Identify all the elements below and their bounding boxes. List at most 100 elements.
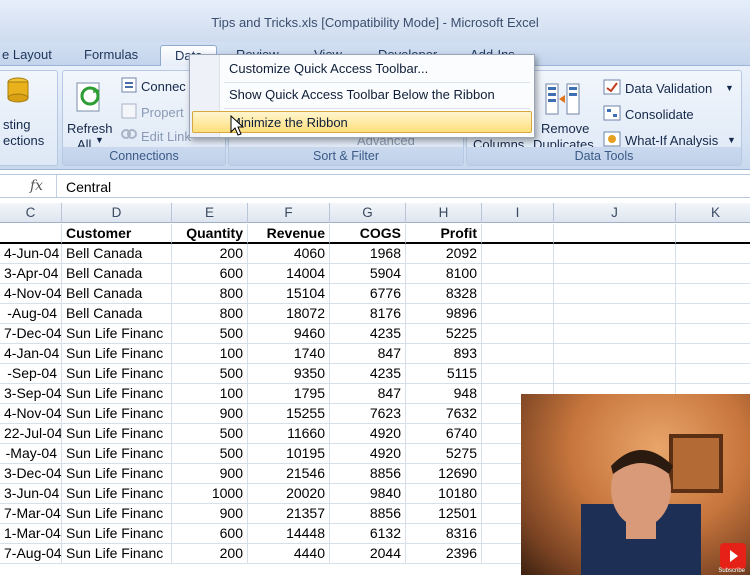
- column-header-j[interactable]: J: [554, 203, 676, 223]
- revenue-cell[interactable]: 9350: [248, 364, 330, 384]
- empty-cell-j[interactable]: [554, 244, 676, 264]
- date-cell[interactable]: 3-Jun-04: [0, 484, 62, 504]
- subscribe-icon[interactable]: [720, 543, 746, 569]
- header-cell[interactable]: [0, 224, 62, 244]
- customer-cell[interactable]: Sun Life Financ: [62, 464, 172, 484]
- quantity-cell[interactable]: 900: [172, 504, 248, 524]
- customer-cell[interactable]: Sun Life Financ: [62, 404, 172, 424]
- profit-cell[interactable]: 8100: [406, 264, 482, 284]
- profit-cell[interactable]: 7632: [406, 404, 482, 424]
- date-cell[interactable]: 1-Mar-04: [0, 524, 62, 544]
- quantity-cell[interactable]: 900: [172, 464, 248, 484]
- insert-function-icon[interactable]: fx: [30, 178, 43, 194]
- date-cell[interactable]: 4-Nov-04: [0, 404, 62, 424]
- date-cell[interactable]: 22-Jul-04: [0, 424, 62, 444]
- empty-cell-j[interactable]: [554, 344, 676, 364]
- quantity-cell[interactable]: 600: [172, 524, 248, 544]
- date-cell[interactable]: 3-Apr-04: [0, 264, 62, 284]
- header-cell[interactable]: [554, 224, 676, 244]
- quantity-cell[interactable]: 500: [172, 424, 248, 444]
- quantity-cell[interactable]: 100: [172, 384, 248, 404]
- date-cell[interactable]: 3-Sep-04: [0, 384, 62, 404]
- profit-cell[interactable]: 8328: [406, 284, 482, 304]
- empty-cell-j[interactable]: [554, 284, 676, 304]
- cogs-cell[interactable]: 4235: [330, 364, 406, 384]
- revenue-cell[interactable]: 21546: [248, 464, 330, 484]
- column-header-c[interactable]: C: [0, 203, 62, 223]
- customer-cell[interactable]: Bell Canada: [62, 264, 172, 284]
- column-header-e[interactable]: E: [172, 203, 248, 223]
- customer-cell[interactable]: Sun Life Financ: [62, 424, 172, 444]
- column-header-i[interactable]: I: [482, 203, 554, 223]
- empty-cell-k[interactable]: [676, 304, 750, 324]
- empty-cell-j[interactable]: [554, 304, 676, 324]
- profit-cell[interactable]: 2092: [406, 244, 482, 264]
- menu-item-customize-qat[interactable]: Customize Quick Access Toolbar...: [192, 58, 532, 80]
- cogs-cell[interactable]: 2044: [330, 544, 406, 564]
- revenue-cell[interactable]: 11660: [248, 424, 330, 444]
- header-cell[interactable]: Profit: [406, 224, 482, 244]
- quantity-cell[interactable]: 200: [172, 544, 248, 564]
- profit-cell[interactable]: 12690: [406, 464, 482, 484]
- empty-cell-i[interactable]: [482, 284, 554, 304]
- empty-cell-k[interactable]: [676, 324, 750, 344]
- header-cell[interactable]: [482, 224, 554, 244]
- empty-cell-j[interactable]: [554, 364, 676, 384]
- profit-cell[interactable]: 948: [406, 384, 482, 404]
- empty-cell-k[interactable]: [676, 264, 750, 284]
- cogs-cell[interactable]: 4920: [330, 424, 406, 444]
- customer-cell[interactable]: Sun Life Financ: [62, 344, 172, 364]
- column-header-g[interactable]: G: [330, 203, 406, 223]
- refresh-all-label-1[interactable]: Refresh: [67, 121, 113, 136]
- customer-cell[interactable]: Sun Life Financ: [62, 324, 172, 344]
- revenue-cell[interactable]: 14448: [248, 524, 330, 544]
- profit-cell[interactable]: 5115: [406, 364, 482, 384]
- what-if-analysis-label[interactable]: What-If Analysis: [625, 133, 718, 148]
- tab-formulas[interactable]: Formulas: [84, 45, 138, 66]
- consolidate-label[interactable]: Consolidate: [625, 107, 694, 122]
- customer-cell[interactable]: Sun Life Financ: [62, 384, 172, 404]
- empty-cell-i[interactable]: [482, 264, 554, 284]
- column-header-k[interactable]: K: [676, 203, 750, 223]
- tab-page-layout[interactable]: e Layout: [2, 45, 52, 66]
- date-cell[interactable]: 7-Dec-04: [0, 324, 62, 344]
- remove-label[interactable]: Remove: [541, 121, 589, 136]
- column-header-f[interactable]: F: [248, 203, 330, 223]
- column-header-d[interactable]: D: [62, 203, 172, 223]
- column-header-h[interactable]: H: [406, 203, 482, 223]
- menu-item-show-qat-below[interactable]: Show Quick Access Toolbar Below the Ribb…: [192, 84, 532, 106]
- empty-cell-i[interactable]: [482, 364, 554, 384]
- cogs-cell[interactable]: 4920: [330, 444, 406, 464]
- date-cell[interactable]: 4-Nov-04: [0, 284, 62, 304]
- empty-cell-i[interactable]: [482, 324, 554, 344]
- revenue-cell[interactable]: 21357: [248, 504, 330, 524]
- date-cell[interactable]: -May-04: [0, 444, 62, 464]
- date-cell[interactable]: 4-Jun-04: [0, 244, 62, 264]
- cogs-cell[interactable]: 6132: [330, 524, 406, 544]
- revenue-cell[interactable]: 15104: [248, 284, 330, 304]
- cogs-cell[interactable]: 4235: [330, 324, 406, 344]
- quantity-cell[interactable]: 800: [172, 304, 248, 324]
- customer-cell[interactable]: Bell Canada: [62, 284, 172, 304]
- cogs-cell[interactable]: 1968: [330, 244, 406, 264]
- revenue-cell[interactable]: 10195: [248, 444, 330, 464]
- customer-cell[interactable]: Bell Canada: [62, 304, 172, 324]
- refresh-all-icon[interactable]: [75, 79, 105, 118]
- remove-duplicates-icon[interactable]: [545, 83, 581, 122]
- profit-cell[interactable]: 2396: [406, 544, 482, 564]
- quantity-cell[interactable]: 600: [172, 264, 248, 284]
- revenue-cell[interactable]: 20020: [248, 484, 330, 504]
- date-cell[interactable]: 3-Dec-04: [0, 464, 62, 484]
- date-cell[interactable]: -Aug-04: [0, 304, 62, 324]
- customer-cell[interactable]: Sun Life Financ: [62, 504, 172, 524]
- empty-cell-k[interactable]: [676, 244, 750, 264]
- cogs-cell[interactable]: 847: [330, 384, 406, 404]
- cogs-cell[interactable]: 8856: [330, 504, 406, 524]
- customer-cell[interactable]: Sun Life Financ: [62, 444, 172, 464]
- quantity-cell[interactable]: 800: [172, 284, 248, 304]
- data-validation-label[interactable]: Data Validation: [625, 81, 712, 96]
- empty-cell-k[interactable]: [676, 364, 750, 384]
- profit-cell[interactable]: 5275: [406, 444, 482, 464]
- empty-cell-i[interactable]: [482, 344, 554, 364]
- revenue-cell[interactable]: 1795: [248, 384, 330, 404]
